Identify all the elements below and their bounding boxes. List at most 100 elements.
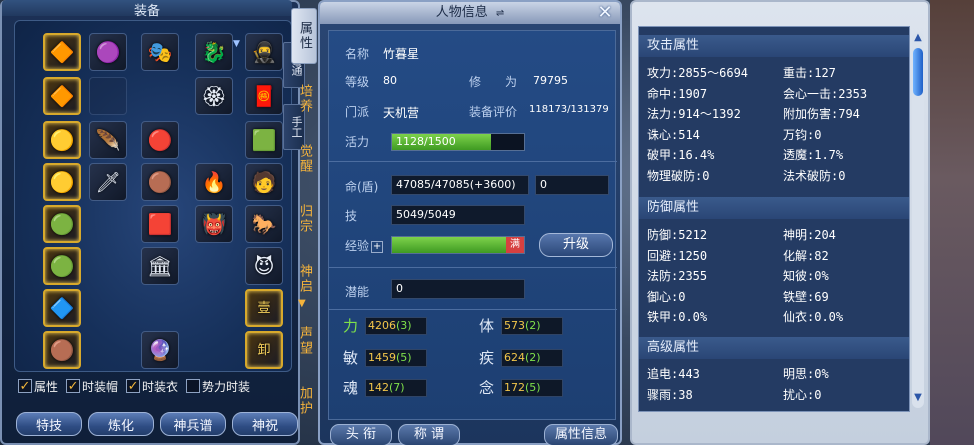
equip-slot-beast[interactable]: 😈: [245, 247, 283, 285]
stat-attack-5: 附加伤害:794: [783, 107, 860, 121]
stat-attack-0: 攻力:2855～6694: [647, 66, 749, 80]
stat-attack-2: 命中:1907: [647, 86, 708, 101]
tab-reputation[interactable]: 声望: [291, 318, 317, 364]
stat-defense-5: 知彼:0%: [783, 269, 829, 283]
scroll-thumb[interactable]: [913, 48, 923, 96]
equip-slot-head[interactable]: 🔶: [43, 33, 81, 71]
equip-slot-orb[interactable]: 🟣: [89, 33, 127, 71]
skill-value: 5049/5049: [391, 205, 525, 225]
vitality-label: 活力: [345, 135, 370, 149]
title-button[interactable]: 头 衔: [330, 424, 392, 445]
attribute-stats-panel: 攻击属性 攻力:2855～6694 重击:127 命中:1907 会心一击:2353 法…: [630, 0, 930, 445]
divine-blessing-button[interactable]: 神祝: [232, 412, 298, 436]
sort-icon: ⇌: [495, 8, 505, 19]
stat-defense-2: 回避:1250: [647, 248, 708, 263]
divine-weapon-button[interactable]: 神兵谱: [160, 412, 226, 436]
equip-slot-badge-unload[interactable]: 卸: [245, 331, 283, 369]
equip-slot-feather[interactable]: 🪶: [89, 121, 127, 159]
level-value: 80: [383, 74, 397, 87]
stat-advanced-1: 明思:0%: [783, 367, 829, 381]
equip-slot-wings[interactable]: 🔮: [141, 331, 179, 369]
equip-slot-necklace[interactable]: 🔶: [43, 77, 81, 115]
plus-icon[interactable]: +: [371, 240, 384, 253]
appellation-button[interactable]: 称 谓: [398, 424, 460, 445]
refine-button[interactable]: 炼化: [88, 412, 154, 436]
stat-attack-3: 会心一击:2353: [783, 86, 868, 101]
special-skill-button[interactable]: 特技: [16, 412, 82, 436]
name-label: 名称: [345, 47, 370, 61]
stat-defense-7: 铁壁:69: [783, 289, 829, 304]
skill-label: 技: [345, 209, 358, 223]
cultivation-value: 79795: [533, 74, 568, 87]
attr-speed-value: 624(2): [501, 349, 563, 367]
equipment-buttons: 特技 炼化 神兵谱 神祝: [16, 412, 298, 436]
stat-attack-8: 破甲:16.4%: [647, 148, 715, 162]
sect-value: 天机营: [383, 106, 420, 120]
close-icon[interactable]: ✕: [596, 4, 614, 22]
stat-defense-0: 防御:5212: [647, 228, 708, 242]
equip-slot-amulet[interactable]: 🟤: [43, 331, 81, 369]
checkmark-icon: ✓: [18, 378, 32, 394]
checkmark-icon: ✓: [66, 378, 81, 394]
equip-slot-badge-one[interactable]: 壹: [245, 289, 283, 327]
equip-slot-blade[interactable]: 🗡: [89, 163, 127, 201]
equip-slot-pet-a[interactable]: 🔴: [141, 121, 179, 159]
stat-advanced-3: 扰心:0: [783, 387, 822, 402]
dropdown-arrow-icon[interactable]: ▼: [233, 39, 240, 49]
checkbox-fashion-hat[interactable]: ✓ 时装帽: [66, 378, 118, 395]
equip-slot-cloak[interactable]: 🟥: [141, 205, 179, 243]
stat-attack-4: 法力:914～1392: [647, 107, 741, 121]
equip-slot-mount[interactable]: 🐉: [195, 33, 233, 71]
scroll-up-icon[interactable]: ▲: [912, 32, 924, 48]
stat-advanced-2: 骤雨:38: [647, 387, 693, 402]
tab-divine-enlightenment[interactable]: 神启: [291, 256, 317, 302]
attribute-info-button[interactable]: 属性信息: [544, 424, 618, 445]
equip-slot-empty-1[interactable]: [89, 77, 127, 115]
attack-section-header: 攻击属性: [639, 35, 909, 57]
equipment-title: 装备: [2, 0, 292, 19]
hp-label: 命(盾): [345, 180, 379, 194]
equip-slot-bracer[interactable]: 🟡: [43, 163, 81, 201]
equipment-area: 🔶 🔶 🟡 🟡 🟢 🟢 🔷 🟤 🟣 🪶 🗡 🎭 🔴 🟤 🟥 🏛 🔮 🐉 🏵 🔥 …: [14, 20, 292, 372]
cultivation-label: 修 为: [469, 75, 518, 89]
equip-slot-belt[interactable]: 🟡: [43, 121, 81, 159]
attr-agility-label: 敏: [343, 349, 359, 367]
equip-slot-fashion-body[interactable]: 🧧: [245, 77, 283, 115]
checkbox-fashion-clothes[interactable]: ✓ 时装衣: [126, 378, 178, 395]
equip-slot-boots[interactable]: 🔷: [43, 289, 81, 327]
equip-slot-mask[interactable]: 🎭: [141, 33, 179, 71]
tab-awaken[interactable]: 觉醒: [291, 136, 317, 182]
side-tabs: 属性 培养 觉醒 归宗 神启 ▼ 声望 加护: [291, 0, 317, 445]
panel-title: 人物信息 ⇌: [320, 2, 620, 24]
scroll-down-icon[interactable]: ▼: [912, 392, 924, 408]
equip-slot-horse[interactable]: 🐎: [245, 205, 283, 243]
sect-label: 门派: [345, 105, 370, 119]
potential-value: 0: [391, 279, 525, 299]
stat-defense-9: 仙衣:0.0%: [783, 310, 844, 324]
exp-label: 经验 +: [345, 239, 384, 253]
tab-return[interactable]: 归宗: [291, 196, 317, 242]
level-label: 等级: [345, 75, 370, 89]
stat-defense-4: 法防:2355: [647, 269, 708, 283]
equip-slot-fashion-top[interactable]: 🥷: [245, 33, 283, 71]
potential-label: 潜能: [345, 285, 370, 299]
upgrade-button[interactable]: 升级: [539, 233, 613, 257]
tab-attributes[interactable]: 属性: [291, 8, 317, 64]
equip-slot-demon[interactable]: 👹: [195, 205, 233, 243]
equip-slot-armor[interactable]: 🟢: [43, 205, 81, 243]
stat-attack-1: 重击:127: [783, 66, 836, 80]
equip-slot-portrait[interactable]: 🧑: [245, 163, 283, 201]
equip-slot-helm[interactable]: 🟤: [141, 163, 179, 201]
equip-slot-jade[interactable]: 🟩: [245, 121, 283, 159]
tab-protection[interactable]: 加护: [291, 378, 317, 424]
stat-defense-8: 铁甲:0.0%: [647, 310, 708, 324]
equip-slot-relic[interactable]: 🏵: [195, 77, 233, 115]
scrollbar[interactable]: ▲ ▼: [912, 32, 924, 408]
equip-slot-ring[interactable]: 🟢: [43, 247, 81, 285]
checkbox-faction-fashion[interactable]: 势力时装: [186, 378, 250, 395]
checkbox-attributes[interactable]: ✓ 属性: [18, 378, 58, 395]
tab-cultivate[interactable]: 培养: [291, 76, 317, 122]
equip-slot-pillars[interactable]: 🏛: [141, 247, 179, 285]
equip-slot-fire[interactable]: 🔥: [195, 163, 233, 201]
stat-attack-6: 诛心:514: [647, 127, 700, 142]
